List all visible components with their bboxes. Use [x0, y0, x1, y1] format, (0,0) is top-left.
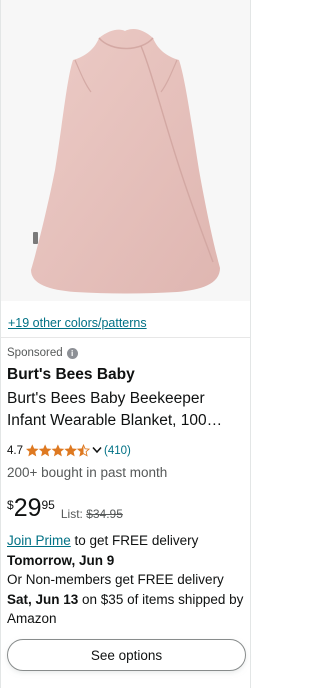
star-icon — [64, 444, 77, 457]
prime-delivery-date: Tomorrow, Jun 9 — [7, 552, 115, 568]
review-count-link[interactable]: (410) — [104, 445, 131, 457]
star-rating[interactable] — [26, 444, 90, 457]
stars-svg — [26, 444, 90, 457]
rating-value: 4.7 — [7, 444, 23, 457]
rating-row[interactable]: 4.7 (410) — [7, 444, 131, 457]
star-icon — [51, 444, 64, 457]
wearable-blanket-illustration — [31, 29, 220, 294]
see-options-button[interactable]: See options — [7, 639, 246, 671]
sponsored-label: Sponsored — [7, 347, 63, 359]
list-price-wrap: List: $34.95 — [61, 507, 123, 521]
delivery-info: Join Prime to get FREE delivery Tomorrow… — [7, 531, 247, 629]
price-whole: 29 — [13, 494, 42, 522]
divider — [1, 337, 250, 338]
price-fraction: 95 — [41, 498, 55, 512]
star-icon — [39, 444, 52, 457]
bought-in-past-month: 200+ bought in past month — [7, 465, 168, 480]
star-half-icon — [77, 444, 90, 457]
price-symbol: $ — [7, 498, 14, 512]
product-title[interactable]: Burt's Bees Baby Beekeeper Infant Wearab… — [7, 388, 243, 432]
info-icon[interactable]: i — [66, 347, 78, 359]
other-colors-link[interactable]: +19 other colors/patterns — [8, 316, 147, 330]
product-image[interactable] — [1, 0, 250, 301]
brand-name: Burt's Bees Baby — [7, 366, 135, 383]
price-row[interactable]: $ 29 95 List: $34.95 — [7, 494, 123, 522]
prime-delivery-text: to get FREE delivery — [70, 533, 199, 548]
chevron-down-icon[interactable] — [92, 445, 102, 457]
list-label: List: — [60, 507, 87, 521]
product-card: +19 other colors/patterns Sponsored i Bu… — [0, 0, 251, 688]
star-icon — [26, 444, 39, 457]
nonmember-delivery-text: Or Non-members get FREE delivery — [7, 572, 224, 587]
join-prime-link[interactable]: Join Prime — [7, 533, 71, 548]
list-price: $34.95 — [86, 507, 123, 521]
sponsored-row[interactable]: Sponsored i — [7, 347, 78, 359]
nonmember-delivery-date: Sat, Jun 13 — [7, 591, 79, 607]
